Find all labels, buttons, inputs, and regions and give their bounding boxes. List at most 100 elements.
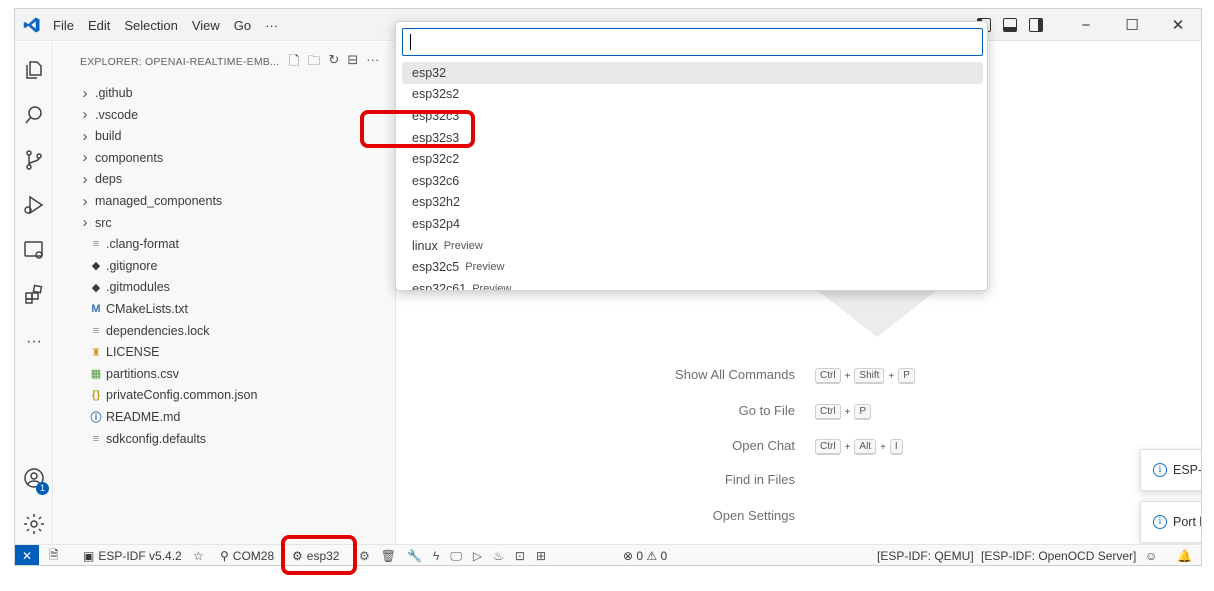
remote-explorer-icon[interactable] bbox=[22, 238, 46, 262]
refresh-icon[interactable]: ↻ bbox=[328, 52, 339, 74]
idf-version-item[interactable]: ▣ ESP-IDF v5.4.2 bbox=[83, 545, 182, 565]
tree-item-label: README.md bbox=[106, 410, 181, 424]
search-icon[interactable] bbox=[22, 103, 46, 127]
quick-pick-item[interactable]: esp32c61 Preview bbox=[402, 278, 983, 290]
highlight-esp32s3-option bbox=[360, 110, 475, 148]
collapse-all-icon[interactable]: ⊟ bbox=[347, 52, 358, 74]
build-flash-monitor-icon[interactable]: ⊞ bbox=[536, 549, 546, 563]
tree-item[interactable]: ≡ .clang-format bbox=[54, 233, 395, 255]
terminal-icon[interactable]: ⊡ bbox=[515, 549, 525, 563]
openocd-item[interactable]: [ESP-IDF: OpenOCD Server] bbox=[981, 545, 1136, 565]
run-debug-icon[interactable] bbox=[22, 193, 46, 217]
tree-item[interactable]: › src bbox=[54, 212, 395, 234]
menu-edit[interactable]: Edit bbox=[88, 18, 110, 33]
problems-item[interactable]: ⊗ 0 ⚠ 0 bbox=[623, 545, 667, 565]
quick-pick-item[interactable]: esp32p4 bbox=[402, 213, 983, 235]
notifications-bell-icon[interactable]: 🔔 bbox=[1177, 545, 1192, 565]
notification-port-updated[interactable]: i Port has been updated to COM28 in c:\U… bbox=[1140, 501, 1201, 543]
toggle-secondary-sidebar-icon[interactable] bbox=[1029, 18, 1043, 32]
qemu-item[interactable]: [ESP-IDF: QEMU] bbox=[877, 545, 974, 565]
flame-icon[interactable]: ♨ bbox=[493, 549, 504, 563]
tree-item[interactable]: ⓘ README.md bbox=[54, 406, 395, 428]
explorer-icon[interactable] bbox=[22, 58, 46, 82]
close-button[interactable]: ✕ bbox=[1155, 9, 1201, 41]
tree-item[interactable]: › deps bbox=[54, 168, 395, 190]
explorer-status-icon[interactable]: 🗎 bbox=[49, 545, 59, 565]
shortcut-label[interactable]: Go to File bbox=[739, 403, 795, 418]
quick-pick-item[interactable]: esp32h2 bbox=[402, 192, 983, 214]
explorer-title: EXPLORER: OPENAI-REALTIME-EMB... bbox=[80, 56, 280, 68]
key-separator: + bbox=[880, 441, 886, 453]
shortcut-label[interactable]: Find in Files bbox=[725, 472, 795, 487]
tree-item-label: CMakeLists.txt bbox=[106, 302, 188, 316]
tree-item[interactable]: ◆ .gitignore bbox=[54, 255, 395, 277]
copilot-icon[interactable]: ☺ bbox=[1145, 545, 1157, 565]
status-bar: ✕ 🗎 ▣ ESP-IDF v5.4.2 ☆ ⚲ COM28 ⚙ esp32 ⚙… bbox=[15, 544, 1201, 565]
debug-icon[interactable]: ▷ bbox=[473, 549, 482, 563]
explorer-more-icon[interactable]: ··· bbox=[366, 52, 379, 74]
maximize-button[interactable]: ☐ bbox=[1109, 9, 1155, 41]
tree-item[interactable]: › managed_components bbox=[54, 190, 395, 212]
quick-pick-input[interactable] bbox=[402, 28, 983, 56]
tree-item[interactable]: › components bbox=[54, 147, 395, 169]
tree-item[interactable]: ◆ .gitmodules bbox=[54, 276, 395, 298]
notification-setting-target[interactable]: i ESP-IDF: Setting device target... bbox=[1140, 449, 1201, 491]
full-clean-icon[interactable]: 🗑 bbox=[381, 549, 396, 563]
shortcut-label[interactable]: Show All Commands bbox=[675, 367, 795, 382]
shortcut-label[interactable]: Open Settings bbox=[713, 508, 795, 523]
file-type-icon: ◆ bbox=[91, 281, 101, 294]
keycap: Shift bbox=[854, 368, 885, 384]
more-views-icon[interactable]: ··· bbox=[22, 332, 46, 356]
chevron-right-icon: › bbox=[82, 84, 88, 102]
quick-pick-item-label: esp32c5 bbox=[412, 260, 460, 275]
toggle-panel-icon[interactable] bbox=[1003, 18, 1017, 32]
quick-pick-item[interactable]: esp32 bbox=[402, 62, 983, 84]
minimize-button[interactable]: − bbox=[1063, 9, 1109, 41]
quick-pick-item[interactable]: esp32c6 bbox=[402, 170, 983, 192]
quick-pick-item[interactable]: esp32s3 bbox=[402, 127, 983, 149]
flash-icon[interactable]: ϟ bbox=[433, 549, 439, 563]
quick-pick-item[interactable]: linux Preview bbox=[402, 235, 983, 257]
tree-item[interactable]: ♜ LICENSE bbox=[54, 341, 395, 363]
shortcut-label[interactable]: Open Chat bbox=[732, 438, 795, 453]
accounts-badge: 1 bbox=[36, 482, 49, 495]
tree-item[interactable]: › .github bbox=[54, 82, 395, 104]
menu-bar: File Edit Selection View Go ··· bbox=[53, 9, 292, 41]
source-control-icon[interactable] bbox=[22, 148, 46, 172]
shortcut-keys: Ctrl + Alt + I bbox=[815, 439, 903, 455]
keycap: P bbox=[898, 368, 915, 384]
tree-item[interactable]: ▦ partitions.csv bbox=[54, 363, 395, 385]
quick-pick-item[interactable]: esp32c5 Preview bbox=[402, 256, 983, 278]
menu-selection[interactable]: Selection bbox=[124, 18, 177, 33]
menu-file[interactable]: File bbox=[53, 18, 74, 33]
vscode-window: File Edit Selection View Go ··· − ☐ ✕ ··… bbox=[14, 8, 1202, 566]
tree-item[interactable]: ≡ sdkconfig.defaults bbox=[54, 428, 395, 450]
menu-go[interactable]: Go bbox=[234, 18, 251, 33]
quick-pick-item-description: Preview bbox=[443, 239, 483, 252]
quick-pick-item[interactable]: esp32c2 bbox=[402, 148, 983, 170]
star-icon[interactable]: ☆ bbox=[193, 545, 204, 565]
tree-item[interactable]: › build bbox=[54, 125, 395, 147]
build-icon[interactable]: 🔧 bbox=[407, 549, 422, 563]
chevron-right-icon: › bbox=[82, 192, 88, 210]
tree-item[interactable]: ≡ dependencies.lock bbox=[54, 320, 395, 342]
tree-item[interactable]: M CMakeLists.txt bbox=[54, 298, 395, 320]
tree-item[interactable]: {} privateConfig.common.json bbox=[54, 384, 395, 406]
key-separator: + bbox=[844, 406, 851, 418]
tree-item[interactable]: › .vscode bbox=[54, 104, 395, 126]
quick-pick-item[interactable]: esp32s2 bbox=[402, 84, 983, 106]
menu-more[interactable]: ··· bbox=[265, 18, 278, 33]
new-folder-icon[interactable]: 🗀 bbox=[307, 52, 320, 74]
quick-pick-item[interactable]: esp32c3 bbox=[402, 105, 983, 127]
extensions-icon[interactable] bbox=[22, 283, 46, 307]
remote-indicator-icon[interactable]: ✕ bbox=[15, 545, 39, 565]
manage-gear-icon[interactable] bbox=[22, 512, 46, 536]
explorer-actions: 🗋 🗀 ↻ ⊟ ··· bbox=[289, 52, 379, 74]
file-type-icon: ◆ bbox=[91, 260, 101, 273]
quick-pick-device-target: esp32 esp32s2 esp32c3 esp32s3 esp32c2 esp32c6… bbox=[395, 21, 988, 291]
port-item[interactable]: ⚲ COM28 bbox=[220, 545, 274, 565]
sdk-config-icon[interactable]: ⚙ bbox=[359, 549, 370, 563]
monitor-icon[interactable]: 🖵 bbox=[450, 549, 462, 564]
menu-view[interactable]: View bbox=[192, 18, 220, 33]
new-file-icon[interactable]: 🗋 bbox=[289, 52, 299, 74]
